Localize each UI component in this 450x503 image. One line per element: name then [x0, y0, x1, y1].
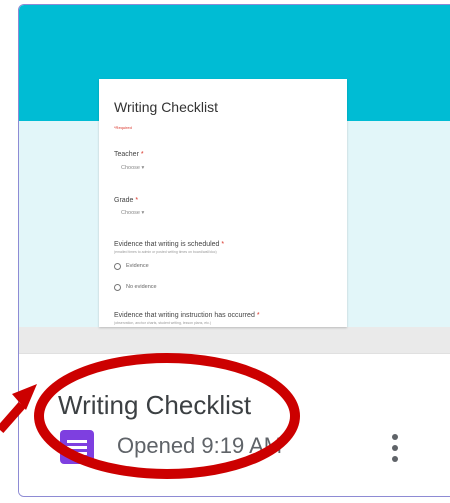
- opened-timestamp: Opened 9:19 AM: [117, 433, 283, 458]
- file-title[interactable]: Writing Checklist: [58, 390, 251, 421]
- form-preview-page: Writing Checklist *Required Teacher * Ch…: [99, 79, 347, 327]
- file-card[interactable]: Writing Checklist *Required Teacher * Ch…: [18, 4, 450, 497]
- teacher-select: Choose ▾: [121, 165, 145, 171]
- form-preview-title: Writing Checklist: [114, 99, 218, 115]
- question-instruction-label: Evidence that writing instruction has oc…: [114, 312, 260, 319]
- more-vert-icon[interactable]: [384, 428, 406, 468]
- form-thumbnail[interactable]: Writing Checklist *Required Teacher * Ch…: [19, 5, 450, 353]
- question-scheduled-hint: (emailed times to admin or posted writin…: [114, 250, 217, 254]
- thumbnail-bottom-shade: [19, 327, 450, 353]
- question-instruction-hint: (observation, anchor charts, student wri…: [114, 321, 212, 325]
- radio-icon: [114, 284, 121, 291]
- card-footer: Writing Checklist Opened 9:19 AM: [19, 353, 450, 496]
- question-scheduled-label: Evidence that writing is scheduled *: [114, 241, 225, 248]
- grade-select: Choose ▾: [121, 210, 145, 216]
- field-label-teacher: Teacher *: [114, 151, 144, 158]
- field-label-grade: Grade *: [114, 197, 139, 204]
- dropdown-arrow-icon: ▾: [141, 210, 145, 216]
- form-required-note: *Required: [114, 125, 132, 130]
- option-no-evidence: No evidence: [126, 284, 157, 290]
- google-forms-icon: [60, 430, 94, 464]
- option-evidence: Evidence: [126, 263, 149, 269]
- dropdown-arrow-icon: ▾: [141, 165, 145, 171]
- radio-icon: [114, 263, 121, 270]
